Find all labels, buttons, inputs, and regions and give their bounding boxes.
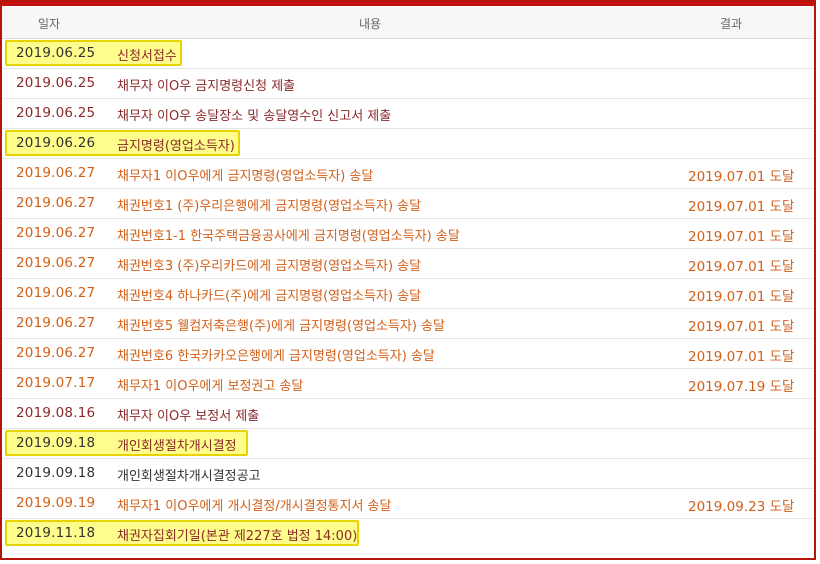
row-result: 2019.07.01 도달 bbox=[688, 289, 795, 305]
table-row: 2019.06.27 채권번호6 한국카카오은행에게 금지명령(영업소득자) 송… bbox=[2, 338, 814, 369]
table-row: 2019.06.26 금지명령(영업소득자) bbox=[2, 128, 814, 159]
row-content: 개인회생절차개시결정 bbox=[117, 439, 237, 454]
row-date: 2019.08.16 bbox=[16, 405, 96, 421]
row-result: 2019.07.01 도달 bbox=[688, 259, 795, 275]
table-row: 2019.08.16 채무자 이O우 보정서 제출 bbox=[2, 398, 814, 429]
table-row: 2019.11.18 채권자집회기일(본관 제227호 법정 14:00) bbox=[2, 518, 814, 548]
row-result: 2019.07.01 도달 bbox=[688, 169, 795, 185]
table-row: 2019.06.27 채권번호1 (주)우리은행에게 금지명령(영업소득자) 송… bbox=[2, 188, 814, 219]
case-history-panel: 일자 내용 결과 2019.06.25 신청서접수 2019.06.25 채무자… bbox=[0, 0, 816, 560]
header-date: 일자 bbox=[38, 17, 61, 31]
row-content: 채무자 이O우 송달장소 및 송달영수인 신고서 제출 bbox=[117, 109, 392, 124]
row-result: 2019.07.01 도달 bbox=[688, 229, 795, 245]
table-row: 2019.06.27 채무자1 이O우에게 금지명령(영업소득자) 송달 201… bbox=[2, 158, 814, 189]
table-row: 2019.06.25 채무자 이O우 송달장소 및 송달영수인 신고서 제출 bbox=[2, 98, 814, 129]
row-result: 2019.07.01 도달 bbox=[688, 349, 795, 365]
table-header: 일자 내용 결과 bbox=[2, 7, 814, 39]
row-date: 2019.06.26 bbox=[16, 135, 96, 151]
row-date: 2019.06.25 bbox=[16, 45, 96, 61]
table-row: 2019.09.19 채무자1 이O우에게 개시결정/개시결정통지서 송달 20… bbox=[2, 488, 814, 519]
table-row: 2019.06.27 채권번호3 (주)우리카드에게 금지명령(영업소득자) 송… bbox=[2, 248, 814, 279]
row-result: 2019.07.01 도달 bbox=[688, 319, 795, 335]
row-content: 채권자집회기일(본관 제227호 법정 14:00) bbox=[117, 529, 358, 544]
row-content: 채권번호1 (주)우리은행에게 금지명령(영업소득자) 송달 bbox=[117, 199, 422, 214]
row-date: 2019.09.19 bbox=[16, 495, 96, 511]
row-date: 2019.06.27 bbox=[16, 345, 96, 361]
header-result: 결과 bbox=[720, 17, 743, 31]
table-row: 2019.06.27 채권번호1-1 한국주택금융공사에게 금지명령(영업소득자… bbox=[2, 218, 814, 249]
row-date: 2019.11.18 bbox=[16, 525, 96, 541]
row-content: 채권번호4 하나카드(주)에게 금지명령(영업소득자) 송달 bbox=[117, 289, 422, 304]
row-date: 2019.06.27 bbox=[16, 165, 96, 181]
row-date: 2019.09.18 bbox=[16, 435, 96, 451]
row-content: 채무자1 이O우에게 보정권고 송달 bbox=[117, 379, 304, 394]
row-date: 2019.06.25 bbox=[16, 75, 96, 91]
row-date: 2019.06.27 bbox=[16, 195, 96, 211]
row-content: 개인회생절차개시결정공고 bbox=[117, 469, 261, 484]
table-row: 2019.06.25 채무자 이O우 금지명령신청 제출 bbox=[2, 68, 814, 99]
table-row: 2019.09.18 개인회생절차개시결정 bbox=[2, 428, 814, 459]
row-date: 2019.09.18 bbox=[16, 465, 96, 481]
row-date: 2019.06.27 bbox=[16, 285, 96, 301]
row-content: 채권번호1-1 한국주택금융공사에게 금지명령(영업소득자) 송달 bbox=[117, 229, 460, 244]
table-row: 2019.06.27 채권번호4 하나카드(주)에게 금지명령(영업소득자) 송… bbox=[2, 278, 814, 309]
row-date: 2019.06.27 bbox=[16, 255, 96, 271]
row-content: 금지명령(영업소득자) bbox=[117, 139, 235, 154]
table-row: 2019.06.27 채권번호5 웰컴저축은행(주)에게 금지명령(영업소득자)… bbox=[2, 308, 814, 339]
row-date: 2019.07.17 bbox=[16, 375, 96, 391]
row-content: 채권번호5 웰컴저축은행(주)에게 금지명령(영업소득자) 송달 bbox=[117, 319, 445, 334]
row-content: 신청서접수 bbox=[117, 49, 177, 64]
row-result: 2019.07.01 도달 bbox=[688, 199, 795, 215]
row-content: 채무자1 이O우에게 개시결정/개시결정통지서 송달 bbox=[117, 499, 392, 514]
row-date: 2019.06.27 bbox=[16, 315, 96, 331]
row-content: 채권번호6 한국카카오은행에게 금지명령(영업소득자) 송달 bbox=[117, 349, 435, 364]
table-row: 2019.09.18 개인회생절차개시결정공고 bbox=[2, 458, 814, 489]
row-content: 채권번호3 (주)우리카드에게 금지명령(영업소득자) 송달 bbox=[117, 259, 422, 274]
header-content: 내용 bbox=[359, 17, 382, 31]
table-row: 2019.07.17 채무자1 이O우에게 보정권고 송달 2019.07.19… bbox=[2, 368, 814, 399]
row-result: 2019.09.23 도달 bbox=[688, 499, 795, 515]
row-result: 2019.07.19 도달 bbox=[688, 379, 795, 395]
top-accent-line bbox=[2, 2, 814, 6]
row-date: 2019.06.27 bbox=[16, 225, 96, 241]
row-content: 채무자1 이O우에게 금지명령(영업소득자) 송달 bbox=[117, 169, 374, 184]
row-content: 채무자 이O우 금지명령신청 제출 bbox=[117, 79, 296, 94]
row-content: 채무자 이O우 보정서 제출 bbox=[117, 409, 260, 424]
row-date: 2019.06.25 bbox=[16, 105, 96, 121]
table-row: 2019.06.25 신청서접수 bbox=[2, 38, 814, 69]
